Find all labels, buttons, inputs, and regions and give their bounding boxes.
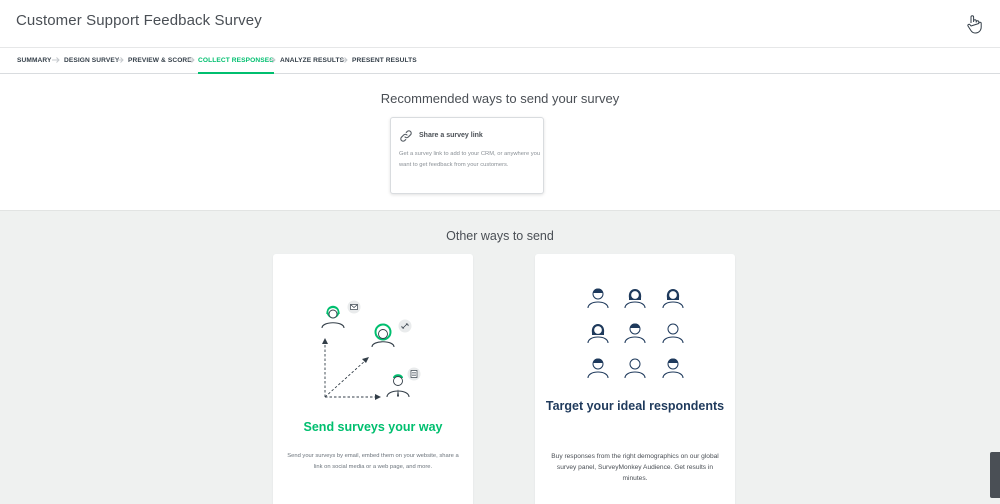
- page-header: Customer Support Feedback Survey: [0, 0, 1000, 48]
- tab-analyze-results[interactable]: ANALYZE RESULTS: [280, 48, 344, 74]
- person-icon: [587, 287, 609, 309]
- person-icon: [587, 323, 609, 344]
- send-surveys-card[interactable]: Send surveys your way Send your surveys …: [273, 254, 473, 504]
- mail-icon: [347, 300, 361, 314]
- arrow-right-icon: [268, 57, 276, 63]
- arrow-right-icon: [116, 57, 124, 63]
- arrow-right-icon: [340, 57, 348, 63]
- target-respondents-description: Buy responses from the right demographic…: [551, 453, 719, 482]
- person-icon: [371, 323, 395, 348]
- audience-illustration: [587, 287, 684, 379]
- send-surveys-illustration: [321, 300, 421, 400]
- arrow-right-icon: [52, 57, 60, 63]
- hand-cursor-icon[interactable]: [966, 14, 982, 34]
- link-icon: [398, 319, 412, 333]
- share-link-description: Get a survey link to add to your CRM, or…: [399, 151, 541, 168]
- person-icon: [624, 358, 646, 379]
- tab-present-results[interactable]: PRESENT RESULTS: [352, 48, 417, 74]
- person-icon: [662, 288, 684, 309]
- other-ways-section: Other ways to send Send surveys your way…: [0, 210, 1000, 504]
- person-icon: [587, 357, 609, 379]
- other-ways-heading: Other ways to send: [446, 229, 554, 243]
- feedback-side-tab[interactable]: [990, 452, 1000, 498]
- person-icon: [321, 305, 345, 329]
- tab-collect-responses[interactable]: COLLECT RESPONSES: [198, 48, 274, 74]
- person-icon: [624, 322, 646, 344]
- arrow-right-icon: [187, 57, 195, 63]
- link-icon: [400, 130, 412, 142]
- target-respondents-card[interactable]: Target your ideal respondents Buy respon…: [535, 254, 735, 504]
- survey-step-nav: SUMMARY DESIGN SURVEY PREVIEW & SCORE CO…: [0, 48, 1000, 74]
- recommended-heading: Recommended ways to send your survey: [380, 91, 620, 106]
- send-surveys-heading: Send surveys your way: [303, 420, 443, 434]
- target-respondents-heading: Target your ideal respondents: [545, 399, 725, 413]
- tab-design-survey[interactable]: DESIGN SURVEY: [64, 48, 119, 74]
- tab-preview-score[interactable]: PREVIEW & SCORE: [128, 48, 192, 74]
- person-icon: [662, 357, 684, 379]
- person-icon: [662, 323, 684, 344]
- recommended-section: Recommended ways to send your survey Sha…: [0, 75, 1000, 210]
- send-surveys-description: Send your surveys by email, embed them o…: [287, 453, 459, 470]
- survey-title: Customer Support Feedback Survey: [16, 12, 262, 29]
- share-survey-link-card[interactable]: Share a survey link Get a survey link to…: [390, 117, 544, 194]
- tab-summary[interactable]: SUMMARY: [17, 48, 52, 74]
- share-link-title: Share a survey link: [419, 132, 483, 139]
- document-icon: [407, 367, 421, 381]
- person-icon: [386, 374, 410, 398]
- person-icon: [624, 288, 646, 309]
